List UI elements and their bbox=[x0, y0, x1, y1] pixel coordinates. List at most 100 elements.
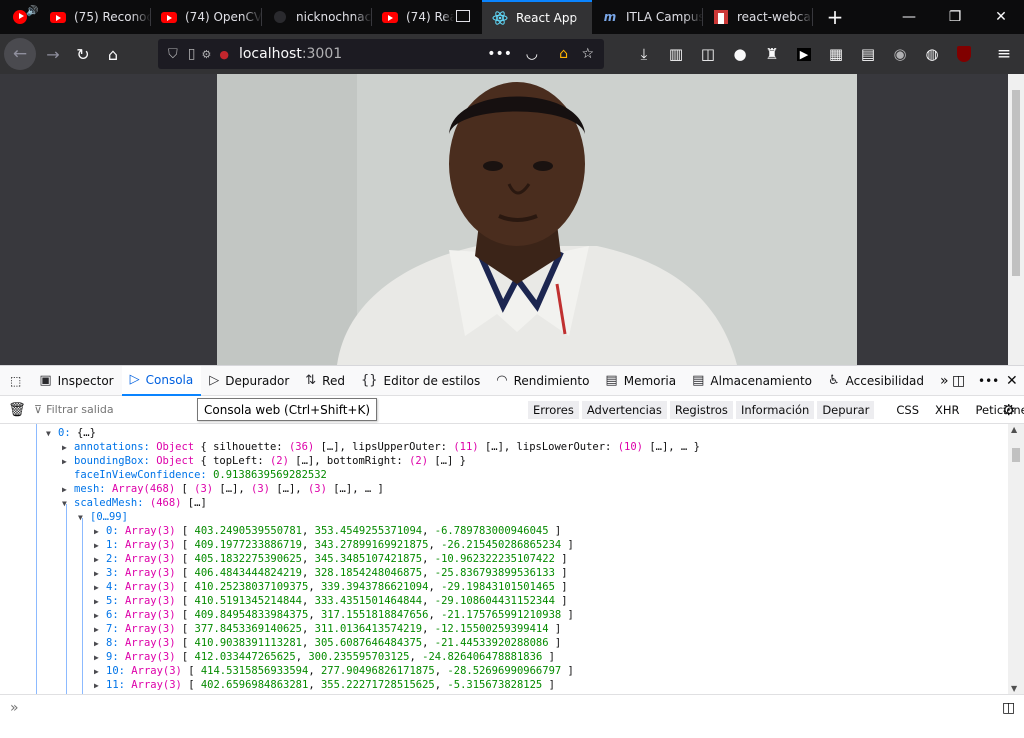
tab-3[interactable]: (74) Real Ti bbox=[372, 0, 482, 34]
sidebar-icon[interactable]: ◫ bbox=[692, 39, 724, 69]
tab-network[interactable]: ⇅ Red bbox=[297, 366, 353, 396]
tree-row[interactable]: ▶ 8: Array(3) [ 410.9038391113281, 305.60… bbox=[94, 636, 561, 650]
filter-info[interactable]: Información bbox=[735, 401, 815, 419]
dock-button[interactable]: ◫ bbox=[944, 366, 973, 396]
tree-row[interactable]: ▼ scaledMesh: (468) […] bbox=[62, 496, 207, 510]
tree-row[interactable]: ▼ [0…99] bbox=[78, 510, 128, 524]
tree-row: faceInViewConfidence: 0.9138639569282532 bbox=[74, 468, 327, 482]
downloads-icon[interactable]: ⤓ bbox=[628, 39, 660, 69]
close-icon: ✕ bbox=[1006, 372, 1018, 389]
tab-6[interactable]: react-webcam bbox=[703, 0, 813, 34]
console-scrollbar[interactable]: ▲ ▼ bbox=[1008, 424, 1024, 694]
filter-debug[interactable]: Depurar bbox=[817, 401, 875, 419]
split-editor-icon[interactable]: ◫ bbox=[1002, 700, 1015, 716]
video-extension-icon[interactable]: ▶ bbox=[788, 39, 820, 69]
youtube-icon bbox=[382, 9, 398, 25]
camera-sharing-icon[interactable]: ● bbox=[219, 48, 229, 61]
lock-extension-icon[interactable]: ◉ bbox=[884, 39, 916, 69]
minimize-button[interactable]: — bbox=[886, 0, 932, 34]
close-window-button[interactable]: ✕ bbox=[978, 0, 1024, 34]
home-shortcut-icon[interactable]: ⌂ bbox=[559, 46, 568, 62]
ublock-icon[interactable] bbox=[948, 39, 980, 69]
arrow-right-icon: → bbox=[46, 44, 60, 64]
shield-icon[interactable]: ⛉ bbox=[168, 47, 178, 62]
close-devtools-button[interactable]: ✕ bbox=[998, 366, 1024, 396]
tab-0[interactable]: (75) Reconoc bbox=[40, 0, 151, 34]
clear-console-button[interactable]: 🗑 bbox=[0, 402, 34, 418]
tab-4[interactable]: React App bbox=[482, 0, 592, 34]
extension-icon[interactable]: ♜ bbox=[756, 39, 788, 69]
tab-console[interactable]: ▷ Consola bbox=[121, 365, 202, 396]
ruler-extension-icon[interactable]: ▦ bbox=[820, 39, 852, 69]
page-actions-button[interactable]: ••• bbox=[487, 46, 512, 62]
permissions-icon[interactable]: ⚙ bbox=[201, 48, 211, 61]
pinned-tab[interactable]: 🔊 bbox=[0, 0, 40, 34]
filter-requests[interactable]: Peticiones bbox=[971, 401, 1024, 419]
trash-icon: 🗑 bbox=[8, 401, 26, 418]
forward-button[interactable]: → bbox=[38, 39, 68, 69]
tab-1[interactable]: (74) OpenCV bbox=[151, 0, 262, 34]
collapsed-arrow-icon: ▶ bbox=[94, 639, 99, 648]
home-button[interactable]: ⌂ bbox=[98, 39, 128, 69]
tab-inspector[interactable]: ▣ Inspector bbox=[31, 366, 121, 396]
devtools-panel: ⬚ ▣ Inspector ▷ Consola ▷ Depurador ⇅ Red {}… bbox=[0, 365, 1024, 738]
globe-icon[interactable]: ◍ bbox=[916, 39, 948, 69]
tree-row[interactable]: ▶ 4: Array(3) [ 410.25238037109375, 339.3… bbox=[94, 580, 568, 594]
object-entry: boundingBox: Object { topLeft: (2) […], … bbox=[74, 455, 466, 467]
filter-errors[interactable]: Errores bbox=[528, 401, 579, 419]
tab-2[interactable]: nicknochnac bbox=[262, 0, 372, 34]
tab-5[interactable]: m ITLA Campus bbox=[592, 0, 703, 34]
url-bar[interactable]: ⛉ ▯ ⚙ ● localhost:3001 ••• ◡ ⌂ ☆ bbox=[158, 39, 604, 69]
tab-label: (74) OpenCV bbox=[185, 10, 262, 24]
filter-output-input[interactable] bbox=[46, 403, 187, 416]
tab-storage[interactable]: ▤ Almacenamiento bbox=[684, 366, 820, 396]
tab-performance[interactable]: ◠ Rendimiento bbox=[488, 366, 597, 396]
filter-xhr[interactable]: XHR bbox=[930, 401, 965, 419]
tree-guide bbox=[82, 518, 83, 694]
bookmark-star-icon[interactable]: ☆ bbox=[581, 46, 594, 62]
library-icon[interactable]: ▥ bbox=[660, 39, 692, 69]
tab-debugger[interactable]: ▷ Depurador bbox=[201, 366, 297, 396]
filter-logs[interactable]: Registros bbox=[669, 401, 733, 419]
new-tab-button[interactable]: + bbox=[812, 0, 858, 34]
back-button[interactable]: ← bbox=[4, 38, 36, 70]
tab-memory[interactable]: ▤ Memoria bbox=[597, 366, 684, 396]
tree-row[interactable]: ▶ 5: Array(3) [ 410.5191345214844, 333.43… bbox=[94, 594, 568, 608]
page-info-icon[interactable]: ▯ bbox=[188, 46, 196, 62]
tree-row[interactable]: ▶ 9: Array(3) [ 412.033447265625, 300.235… bbox=[94, 650, 555, 664]
reload-button[interactable]: ↻ bbox=[68, 39, 98, 69]
tree-row[interactable]: ▶ 6: Array(3) [ 409.84954833984375, 317.1… bbox=[94, 608, 574, 622]
filter-warnings[interactable]: Advertencias bbox=[581, 401, 667, 419]
account-icon[interactable]: ● bbox=[724, 39, 756, 69]
scrollbar-thumb[interactable] bbox=[1012, 90, 1020, 276]
tree-row[interactable]: ▶ 3: Array(3) [ 406.4843444824219, 328.18… bbox=[94, 566, 568, 580]
collapsed-arrow-icon: ▶ bbox=[94, 541, 99, 550]
tree-row[interactable]: ▶ 7: Array(3) [ 377.8453369140625, 311.01… bbox=[94, 622, 561, 636]
tree-row[interactable]: ▶ 2: Array(3) [ 405.1832275390625, 345.34… bbox=[94, 552, 568, 566]
element-picker-button[interactable]: ⬚ bbox=[0, 366, 31, 396]
maximize-button[interactable]: ❐ bbox=[932, 0, 978, 34]
scroll-down-icon[interactable]: ▼ bbox=[1011, 684, 1017, 693]
tree-row[interactable]: ▶ 0: Array(3) [ 403.2490539550781, 353.45… bbox=[94, 524, 561, 538]
scrollbar-thumb[interactable] bbox=[1012, 448, 1020, 462]
filter-css[interactable]: CSS bbox=[891, 401, 924, 419]
reader-extension-icon[interactable]: ▤ bbox=[852, 39, 884, 69]
menu-icon[interactable]: ≡ bbox=[988, 39, 1020, 69]
tree-row[interactable]: ▼ 0: {…} bbox=[46, 426, 96, 440]
url-text[interactable]: localhost:3001 bbox=[239, 46, 342, 62]
tab-accessibility[interactable]: ♿ Accesibilidad bbox=[820, 366, 932, 396]
tree-row[interactable]: ▶ 1: Array(3) [ 409.1977233886719, 343.27… bbox=[94, 538, 574, 552]
console-input-row[interactable]: » ◫ bbox=[0, 694, 1024, 720]
console-settings-button[interactable]: ⚙ bbox=[1002, 401, 1015, 419]
page-scrollbar[interactable] bbox=[1008, 74, 1024, 365]
tree-row[interactable]: ▶ mesh: Array(468) [ (3) […], (3) […], (3… bbox=[62, 482, 384, 496]
tree-row[interactable]: ▶ annotations: Object { silhouette: (36) … bbox=[62, 440, 700, 454]
tree-row[interactable]: ▶ 10: Array(3) [ 414.5315856933594, 277.9… bbox=[94, 664, 574, 678]
array-entry: 0: Array(3) [ 403.2490539550781, 353.454… bbox=[106, 525, 562, 537]
scroll-up-icon[interactable]: ▲ bbox=[1011, 425, 1017, 434]
tab-style-editor[interactable]: {} Editor de estilos bbox=[353, 366, 488, 396]
tree-row[interactable]: ▶ 11: Array(3) [ 402.6596984863281, 355.2… bbox=[94, 678, 555, 692]
pocket-icon[interactable]: ◡ bbox=[526, 46, 538, 62]
picture-in-picture-icon[interactable] bbox=[456, 10, 470, 22]
tree-row[interactable]: ▶ boundingBox: Object { topLeft: (2) […],… bbox=[62, 454, 466, 468]
